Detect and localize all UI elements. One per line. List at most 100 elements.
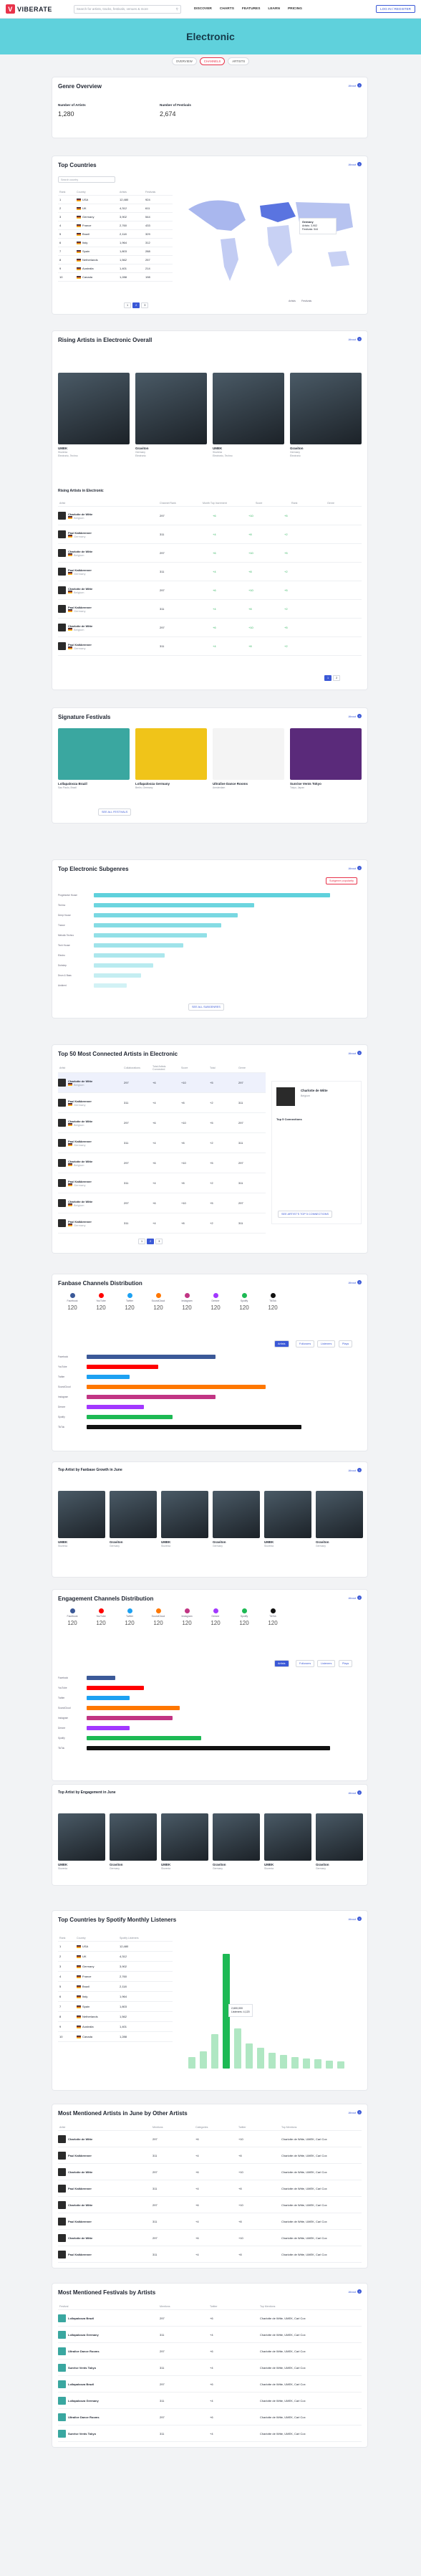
tab-channels[interactable]: CHANNELS [199, 57, 226, 65]
table-row[interactable]: Charlotte de Witte Belgium 297 +6 +10 +5 [58, 544, 362, 563]
bar[interactable] [87, 1365, 158, 1369]
table-row[interactable]: Charlotte de Witte 297 +6 +10 Charlotte de W… [58, 2197, 362, 2213]
table-row[interactable]: Charlotte de Witte Belgium 297 +6 +10 +5 [58, 581, 362, 600]
table-row[interactable]: Lollapalooza Brazil 297 +6 Charlotte de Wit… [58, 2310, 362, 2327]
table-row[interactable]: Charlotte de Witte Belgium 297 +6 +10 +5 297 [58, 1153, 266, 1173]
table-row[interactable]: 3 Germany 3,902 [58, 1962, 173, 1972]
bar[interactable] [87, 1385, 266, 1389]
table-row[interactable]: Charlotte de Witte Belgium 297 +6 +10 +5 [58, 507, 362, 525]
column-header[interactable]: Top Mentions [258, 2304, 362, 2309]
bar[interactable] [87, 1676, 115, 1680]
artist-card[interactable]: UMEK Slovenia [264, 1491, 311, 1547]
table-row[interactable]: 10 Canada 1,288 198 [58, 273, 173, 282]
table-row[interactable]: Charlotte de Witte Belgium 297 +6 +10 +5 [58, 619, 362, 637]
metric-button[interactable]: Plays [339, 1660, 353, 1667]
column-header[interactable]: Artist [58, 500, 158, 506]
channel-stat[interactable]: Spotify 120 [230, 1293, 258, 1313]
column-header[interactable]: Artists [118, 189, 144, 195]
column-header[interactable]: Genre [237, 1065, 266, 1071]
table-row[interactable]: 5 Brazil 2,118 329 [58, 230, 173, 239]
channel-stat[interactable]: YouTube 120 [87, 1293, 115, 1313]
logo[interactable]: V VIBERATE [6, 4, 52, 14]
about-link[interactable]: About? [349, 1790, 362, 1795]
bar[interactable] [337, 2061, 344, 2069]
artist-card[interactable]: Graviton Germany [110, 1813, 157, 1870]
metric-button[interactable]: Listeners [317, 1340, 336, 1347]
table-row[interactable]: 4 France 2,760 433 [58, 221, 173, 230]
see-all-festivals-button[interactable]: SEE ALL FESTIVALS [98, 808, 132, 816]
see-all-subgenres-button[interactable]: SEE ALL SUBGENRES [188, 1003, 224, 1011]
bar[interactable] [94, 933, 208, 938]
table-row[interactable]: Sunrise Vents Tokyo 311 +4 Charlotte de Wit… [58, 2425, 362, 2442]
column-header[interactable]: Score [254, 500, 290, 506]
bar[interactable] [234, 2028, 241, 2069]
about-link[interactable]: About? [349, 1051, 362, 1055]
table-row[interactable]: Paul Kalkbrenner Germany 311 +4 +8 +2 311 [58, 1133, 266, 1153]
bar[interactable] [188, 2057, 195, 2069]
table-row[interactable]: 10 Canada 1,288 [58, 2032, 173, 2042]
artist-card[interactable]: Graviton Germany Electronic [135, 373, 207, 457]
festival-card[interactable]: Lollapalooza Germany Berlin, Germany [135, 728, 207, 789]
about-link[interactable]: About? [349, 2289, 362, 2294]
nav-discover[interactable]: DISCOVER [194, 7, 212, 11]
table-row[interactable]: 6 Italy 1,964 [58, 1992, 173, 2002]
bar[interactable] [87, 1746, 330, 1750]
bar[interactable] [268, 2052, 276, 2069]
search-input[interactable]: Search for artists, tracks, festivals, v… [73, 4, 181, 14]
table-row[interactable]: 4 France 2,760 [58, 1972, 173, 1982]
table-row[interactable]: Charlotte de Witte 297 +6 +10 Charlotte de W… [58, 2230, 362, 2246]
column-header[interactable]: Channel Rank [158, 500, 201, 506]
page-1[interactable]: 1 [324, 675, 332, 681]
bar[interactable] [87, 1355, 216, 1359]
nav-pricing[interactable]: PRICING [288, 7, 302, 11]
artist-card[interactable]: UMEK Slovenia [58, 1491, 105, 1547]
artist-card[interactable]: UMEK Slovenia Electronic, Techno [58, 373, 130, 457]
festival-card[interactable]: Sunrise Vents Tokyo Tokyo, Japan [290, 728, 362, 789]
bar[interactable] [94, 913, 238, 917]
table-row[interactable]: Paul Kalkbrenner Germany 311 +4 +8 +2 311 [58, 1173, 266, 1193]
column-header[interactable]: Festival [58, 2304, 158, 2309]
table-row[interactable]: Lollapalooza Germany 311 +4 Charlotte de Wi… [58, 2393, 362, 2409]
channel-stat[interactable]: Twitter 120 [115, 1293, 144, 1313]
bar[interactable] [87, 1425, 301, 1429]
column-header[interactable]: Spotify Listeners [118, 1935, 161, 1941]
page-3[interactable]: 3 [155, 1239, 163, 1244]
metric-button[interactable]: Listeners [317, 1660, 336, 1667]
bar[interactable] [291, 2057, 299, 2069]
table-row[interactable]: Paul Kalkbrenner Germany 311 +4 +8 +2 311 [58, 1213, 266, 1234]
table-row[interactable]: Ultralive Dance Rooms 297 +6 Charlotte de W… [58, 2409, 362, 2425]
column-header[interactable]: Mentions [151, 2124, 194, 2130]
artist-card[interactable]: UMEK Slovenia [58, 1813, 105, 1870]
channel-stat[interactable]: Facebook 120 [58, 1608, 87, 1628]
see-connections-button[interactable]: SEE ARTIST'S TOP 5 CONNECTIONS [278, 1211, 333, 1218]
table-row[interactable]: Sunrise Vents Tokyo 311 +4 Charlotte de Wit… [58, 2360, 362, 2376]
nav-learn[interactable]: LEARN [268, 7, 280, 11]
table-row[interactable]: Paul Kalkbrenner 311 +4 +8 Charlotte de Witt… [58, 2147, 362, 2164]
table-row[interactable]: Lollapalooza Germany 311 +4 Charlotte de Wi… [58, 2327, 362, 2343]
bar[interactable] [87, 1736, 201, 1740]
table-row[interactable]: Paul Kalkbrenner 311 +4 +8 Charlotte de Witt… [58, 2213, 362, 2230]
channel-stat[interactable]: TikTok 120 [258, 1293, 287, 1313]
about-link[interactable]: About? [349, 83, 362, 87]
nav-charts[interactable]: CHARTS [220, 7, 234, 11]
bar[interactable] [94, 963, 153, 968]
column-header[interactable]: Genre [326, 500, 362, 506]
about-link[interactable]: About? [349, 337, 362, 341]
bar[interactable] [87, 1395, 216, 1399]
about-link[interactable]: About? [349, 1468, 362, 1472]
artist-card[interactable]: UMEK Slovenia [264, 1813, 311, 1870]
artist-card[interactable]: Graviton Germany [110, 1491, 157, 1547]
table-row[interactable]: Charlotte de Witte 297 +6 +10 Charlotte de W… [58, 2131, 362, 2147]
nav-features[interactable]: FEATURES [242, 7, 261, 11]
artist-card[interactable]: UMEK Slovenia [161, 1813, 208, 1870]
tab-overview[interactable]: OVERVIEW [171, 57, 197, 65]
table-row[interactable]: 7 Spain 1,803 288 [58, 247, 173, 256]
about-link[interactable]: About? [349, 162, 362, 166]
table-row[interactable]: 1 USA 12,480 [58, 1942, 173, 1952]
table-row[interactable]: Paul Kalkbrenner Germany 311 +4 +8 +2 [58, 563, 362, 581]
bar[interactable] [314, 2059, 321, 2069]
column-header[interactable]: Collaborations [122, 1065, 151, 1071]
table-row[interactable]: Charlotte de Witte Belgium 297 +6 +10 +5 297 [58, 1113, 266, 1133]
column-header[interactable]: Month Top Increment [201, 500, 254, 506]
bar[interactable] [87, 1415, 173, 1419]
